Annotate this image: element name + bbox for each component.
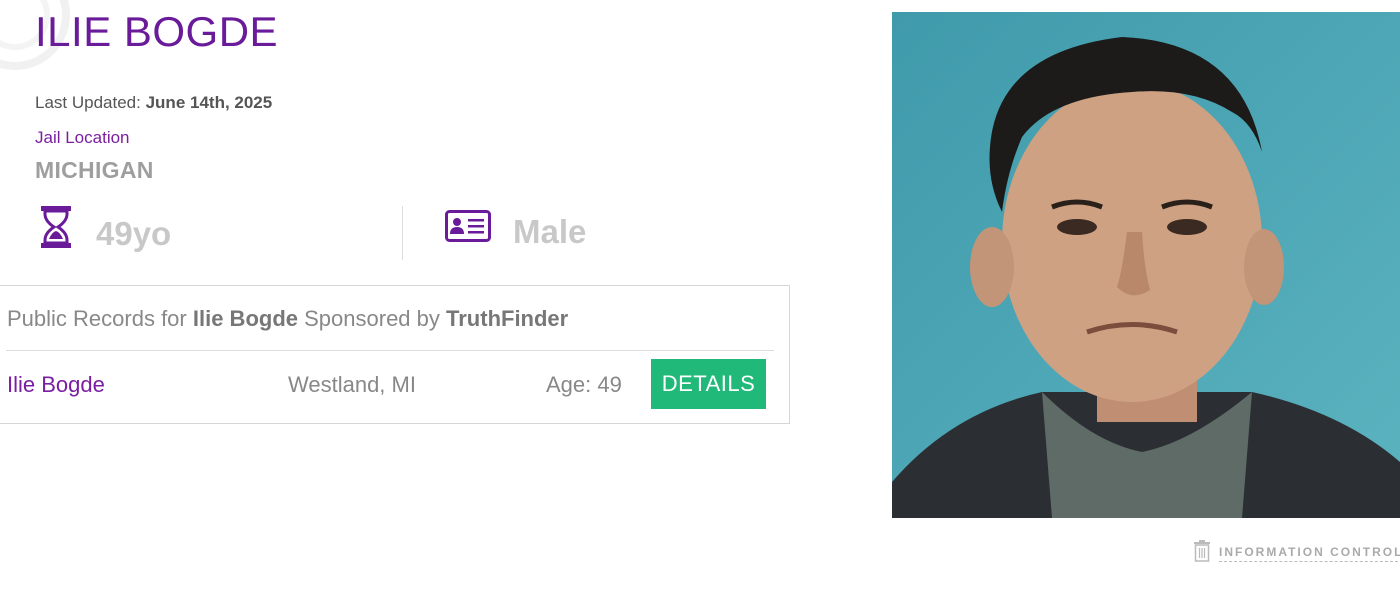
records-divider	[6, 350, 774, 351]
jail-location-value: MICHIGAN	[35, 157, 154, 183]
public-records-title: Public Records for Ilie Bogde Sponsored …	[7, 306, 568, 332]
record-name-link[interactable]: Ilie Bogde	[7, 372, 105, 398]
details-button[interactable]: DETAILS	[651, 359, 766, 409]
mugshot-photo	[892, 12, 1400, 518]
id-card-icon	[445, 209, 491, 247]
sex-value: Male	[513, 213, 587, 250]
last-updated: Last Updated: June 14th, 2025	[35, 93, 272, 113]
records-title-middle: Sponsored by	[304, 306, 440, 331]
last-updated-value: June 14th, 2025	[145, 93, 273, 112]
information-control-label: INFORMATION CONTROL	[1219, 545, 1400, 562]
last-updated-label: Last Updated:	[35, 93, 141, 112]
jail-location-label: Jail Location	[35, 128, 130, 147]
record-age: Age: 49	[546, 372, 622, 397]
sex-stat: Male	[445, 205, 586, 251]
age-stat: 49yo	[38, 205, 171, 254]
record-location: Westland, MI	[288, 372, 416, 397]
records-title-name: Ilie Bogde	[192, 306, 298, 331]
hourglass-icon	[38, 205, 74, 254]
records-title-prefix: Public Records for	[7, 306, 187, 331]
trash-icon	[1193, 540, 1211, 567]
records-title-sponsor: TruthFinder	[446, 306, 569, 331]
age-value: 49yo	[96, 214, 172, 252]
public-records-box: Public Records for Ilie Bogde Sponsored …	[0, 285, 790, 424]
information-control-link[interactable]: INFORMATION CONTROL	[1193, 540, 1400, 567]
stat-divider	[402, 206, 403, 260]
inmate-name: ILIE BOGDE	[35, 8, 279, 55]
